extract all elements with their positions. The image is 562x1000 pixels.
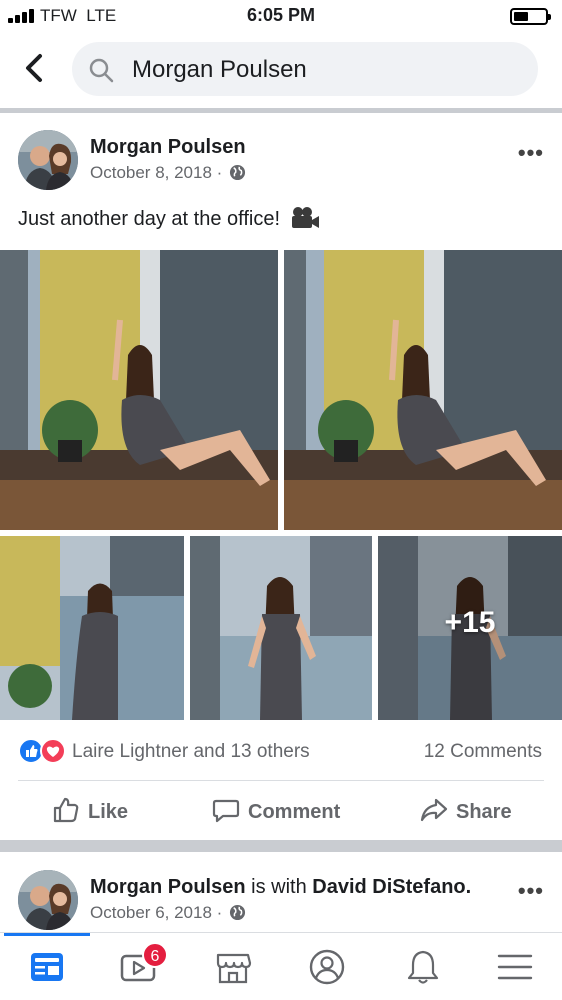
status-bar: TFW LTE 6:05 PM <box>0 0 562 32</box>
movie-camera-icon <box>291 207 319 228</box>
clock: 6:05 PM <box>246 5 316 25</box>
post-author[interactable]: Morgan Poulsen <box>90 876 246 898</box>
more-photos-count: +15 <box>444 606 496 639</box>
chevron-left-icon <box>26 54 42 82</box>
comment-button[interactable]: Comment <box>212 796 340 826</box>
post-photo-4[interactable] <box>190 536 372 720</box>
marketplace-icon <box>216 953 252 984</box>
post-options-button[interactable]: ••• <box>518 878 544 904</box>
profile-photo <box>18 870 78 930</box>
photo-image <box>284 250 562 530</box>
post-photo-5-more[interactable]: +15 <box>378 536 562 720</box>
post-text: Just another day at the office! <box>18 206 320 231</box>
menu-icon <box>497 954 533 980</box>
notifications-icon <box>407 950 439 984</box>
with-label: is with <box>251 876 307 898</box>
like-button[interactable]: Like <box>52 796 128 826</box>
photo-image <box>190 536 372 720</box>
globe-icon <box>230 904 246 921</box>
post-photo-3[interactable] <box>0 536 184 720</box>
profile-icon <box>309 949 345 985</box>
post-photo-1[interactable] <box>0 250 278 530</box>
photo-image <box>0 250 278 530</box>
active-tab-indicator <box>4 933 90 936</box>
search-input[interactable]: Morgan Poulsen <box>72 42 538 96</box>
share-icon <box>420 798 448 822</box>
avatar[interactable] <box>18 130 78 190</box>
divider <box>0 840 562 852</box>
post-header[interactable]: Morgan Poulsen is with David DiStefano. <box>90 876 471 899</box>
notifications-tab[interactable] <box>403 947 443 987</box>
watch-notification-badge: 6 <box>142 942 168 968</box>
tagged-person[interactable]: David DiStefano. <box>312 876 471 898</box>
post-author[interactable]: Morgan Poulsen <box>90 136 246 159</box>
comment-icon <box>212 799 240 823</box>
bottom-nav <box>0 932 562 1000</box>
menu-tab[interactable] <box>495 947 535 987</box>
globe-icon <box>230 164 246 181</box>
share-button[interactable]: Share <box>420 796 512 826</box>
comments-count[interactable]: 12 Comments <box>424 741 542 763</box>
news-feed-icon <box>31 953 63 981</box>
news-feed-tab[interactable] <box>27 947 67 987</box>
photo-image <box>0 536 184 720</box>
profile-photo <box>18 130 78 190</box>
post-photo-2[interactable] <box>284 250 562 530</box>
reaction-icons[interactable] <box>18 738 68 764</box>
post-date[interactable]: October 6, 2018 · <box>90 903 246 923</box>
battery-icon <box>510 8 551 25</box>
search-query: Morgan Poulsen <box>132 56 307 83</box>
post-date[interactable]: October 8, 2018 · <box>90 163 246 183</box>
back-button[interactable] <box>18 50 52 86</box>
profile-tab[interactable] <box>307 947 347 987</box>
reaction-summary[interactable]: Laire Lightner and 13 others <box>72 741 310 763</box>
avatar[interactable] <box>18 870 78 930</box>
post-options-button[interactable]: ••• <box>518 140 544 166</box>
marketplace-tab[interactable] <box>213 947 253 987</box>
search-icon <box>89 58 114 83</box>
thumbs-up-icon <box>53 797 79 823</box>
divider <box>18 780 544 781</box>
divider <box>0 108 562 113</box>
